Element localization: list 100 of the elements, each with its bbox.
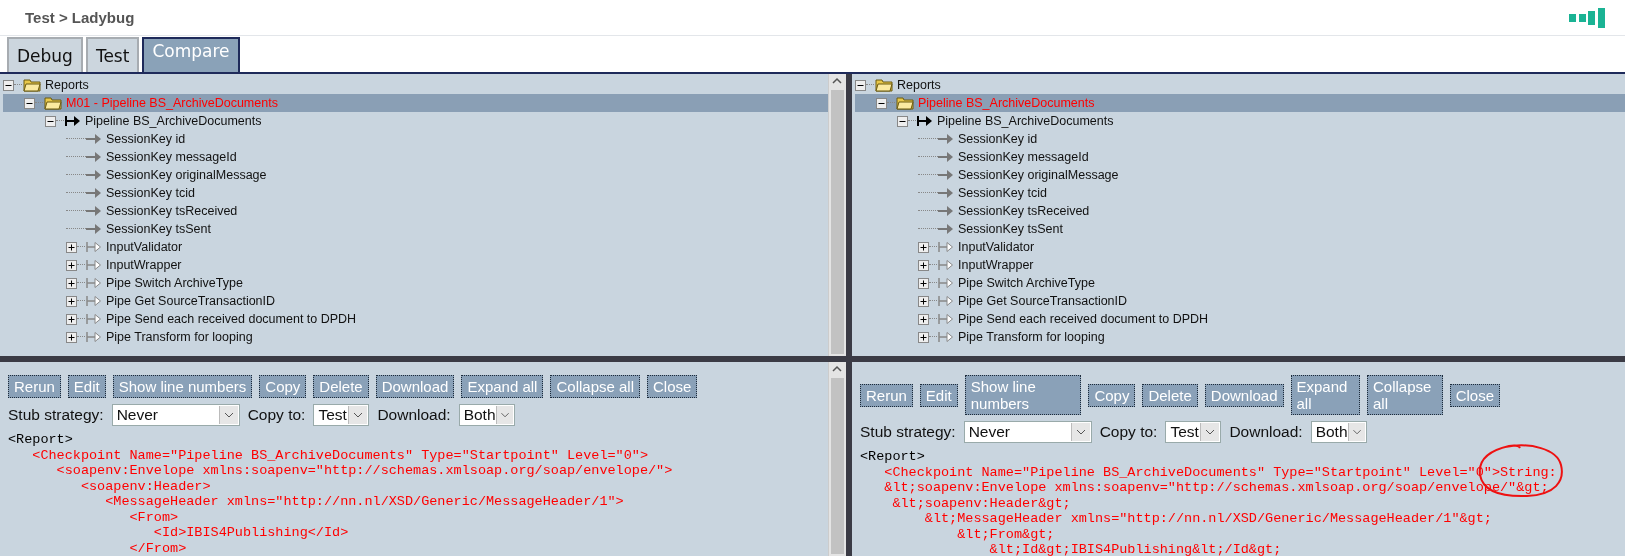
tree-node-label[interactable]: Pipeline BS_ArchiveDocuments <box>85 114 262 128</box>
arrow-icon <box>938 259 954 271</box>
tree-node-label[interactable]: SessionKey tsReceived <box>106 204 238 218</box>
tree-row[interactable]: Pipe Get SourceTransactionID <box>855 292 1625 310</box>
scrollbar[interactable] <box>828 74 846 356</box>
caret-down-icon[interactable] <box>1200 423 1220 441</box>
tree-node-label[interactable]: SessionKey tcid <box>106 186 195 200</box>
tree-node-label[interactable]: Pipe Get SourceTransactionID <box>106 294 276 308</box>
tree-row[interactable]: Pipe Send each received document to DPDH <box>855 310 1625 328</box>
dropdown[interactable]: Test <box>313 404 370 426</box>
arrow-icon <box>86 277 102 289</box>
tree-node-label[interactable]: SessionKey messageId <box>958 150 1089 164</box>
tree-row[interactable]: SessionKey tcid <box>3 184 828 202</box>
tree-row[interactable]: Pipe Switch ArchiveType <box>3 274 828 292</box>
collapse-icon[interactable] <box>876 97 887 109</box>
tree-row[interactable]: InputWrapper <box>3 256 828 274</box>
caret-down-icon[interactable] <box>1347 423 1365 441</box>
caret-down-icon[interactable] <box>218 406 238 424</box>
tree-row[interactable]: Pipe Switch ArchiveType <box>855 274 1625 292</box>
expand-icon[interactable] <box>66 313 77 325</box>
arrow-icon <box>938 133 954 145</box>
tree-node-label[interactable]: SessionKey originalMessage <box>958 168 1119 182</box>
dropdown[interactable]: Both <box>1310 421 1367 443</box>
tree-row[interactable]: Reports <box>855 76 1625 94</box>
expand-icon[interactable] <box>918 259 929 271</box>
tree-node-label[interactable]: InputValidator <box>106 240 183 254</box>
tree-node-label[interactable]: Reports <box>45 78 89 92</box>
tree-row[interactable]: Reports <box>3 76 828 94</box>
expand-icon[interactable] <box>918 331 929 343</box>
tree-node-label[interactable]: SessionKey originalMessage <box>106 168 267 182</box>
tree-node-label[interactable]: SessionKey messageId <box>106 150 237 164</box>
arrow-icon <box>86 151 102 163</box>
collapse-icon[interactable] <box>855 79 866 91</box>
tree-row[interactable]: Pipeline BS_ArchiveDocuments <box>3 112 828 130</box>
dropdown[interactable]: Never <box>963 421 1092 443</box>
dropdown[interactable]: Test <box>1165 421 1222 443</box>
tree-row[interactable]: InputValidator <box>855 238 1625 256</box>
tree-row[interactable]: InputValidator <box>3 238 828 256</box>
tree-node-label[interactable]: Pipe Send each received document to DPDH <box>958 312 1209 326</box>
scrollbar[interactable] <box>828 362 846 556</box>
tree-row[interactable]: Pipe Transform for looping <box>855 328 1625 346</box>
expand-icon[interactable] <box>918 295 929 307</box>
tree-row[interactable]: SessionKey messageId <box>855 148 1625 166</box>
arrow-icon <box>938 169 954 181</box>
tree-row[interactable]: Pipe Transform for looping <box>3 328 828 346</box>
tree-row[interactable]: SessionKey tsSent <box>855 220 1625 238</box>
tree-node-label[interactable]: InputWrapper <box>106 258 182 272</box>
tree-row[interactable]: Pipe Get SourceTransactionID <box>3 292 828 310</box>
collapse-icon[interactable] <box>24 97 35 109</box>
tree-node-label[interactable]: Pipe Switch ArchiveType <box>106 276 243 290</box>
tree-node-label[interactable]: Pipeline BS_ArchiveDocuments <box>937 114 1114 128</box>
tree-row[interactable]: SessionKey id <box>3 130 828 148</box>
collapse-icon[interactable] <box>897 115 908 127</box>
expand-icon[interactable] <box>918 241 929 253</box>
expand-icon[interactable] <box>66 259 77 271</box>
tree-node-label[interactable]: InputWrapper <box>958 258 1034 272</box>
tree-node-label[interactable]: Pipe Get SourceTransactionID <box>958 294 1128 308</box>
dropdown[interactable]: Never <box>111 404 240 426</box>
code-line: <MessageHeader xmlns="http://nn.nl/XSD/Generic/MessageHeader/1"> <box>104 494 625 510</box>
collapse-icon[interactable] <box>3 79 14 91</box>
tree-node-label[interactable]: Pipe Switch ArchiveType <box>958 276 1095 290</box>
tree-node-label[interactable]: Pipe Transform for looping <box>106 330 253 344</box>
tree-node-label[interactable]: Pipe Transform for looping <box>958 330 1105 344</box>
code-line: <Report> <box>8 432 74 448</box>
expand-icon[interactable] <box>66 331 77 343</box>
collapse-icon[interactable] <box>45 115 56 127</box>
tab[interactable]: Debug <box>7 37 83 72</box>
arrow-icon <box>938 223 954 235</box>
caret-down-icon[interactable] <box>348 406 368 424</box>
tree-row[interactable]: SessionKey messageId <box>3 148 828 166</box>
tree-row[interactable]: SessionKey originalMessage <box>3 166 828 184</box>
arrow-icon <box>938 277 954 289</box>
tree-node-label[interactable]: SessionKey tsSent <box>958 222 1063 236</box>
dropdown[interactable]: Both <box>458 404 515 426</box>
tree-node-label[interactable]: Reports <box>897 78 941 92</box>
arrow-icon <box>938 241 954 253</box>
expand-icon[interactable] <box>66 277 77 289</box>
caret-down-icon[interactable] <box>495 406 513 424</box>
tree-row[interactable]: SessionKey tsReceived <box>855 202 1625 220</box>
tree-row[interactable]: SessionKey originalMessage <box>855 166 1625 184</box>
tree-row[interactable]: SessionKey tsSent <box>3 220 828 238</box>
expand-icon[interactable] <box>918 313 929 325</box>
tree-row[interactable]: InputWrapper <box>855 256 1625 274</box>
tree-node-label[interactable]: SessionKey tsReceived <box>958 204 1090 218</box>
tree-node-label[interactable]: SessionKey id <box>958 132 1038 146</box>
tree-row[interactable]: SessionKey tcid <box>855 184 1625 202</box>
caret-down-icon[interactable] <box>1070 423 1090 441</box>
tree-row[interactable]: SessionKey tsReceived <box>3 202 828 220</box>
tab[interactable]: Test <box>85 37 140 72</box>
expand-icon[interactable] <box>66 295 77 307</box>
tree-node-label[interactable]: InputValidator <box>958 240 1035 254</box>
tree-node-label[interactable]: SessionKey tsSent <box>106 222 211 236</box>
tree-row[interactable]: Pipe Send each received document to DPDH <box>3 310 828 328</box>
tree-node-label[interactable]: SessionKey id <box>106 132 186 146</box>
tree-node-label[interactable]: SessionKey tcid <box>958 186 1047 200</box>
expand-icon[interactable] <box>66 241 77 253</box>
expand-icon[interactable] <box>918 277 929 289</box>
tree-node-label[interactable]: Pipe Send each received document to DPDH <box>106 312 357 326</box>
tree-row[interactable]: Pipeline BS_ArchiveDocuments <box>855 112 1625 130</box>
tree-row[interactable]: SessionKey id <box>855 130 1625 148</box>
